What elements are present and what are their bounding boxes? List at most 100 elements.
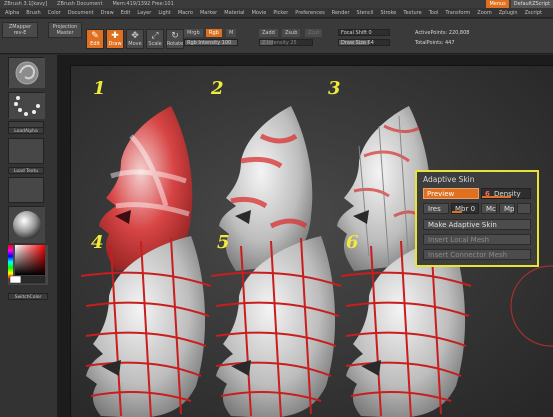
zmapper-sub: rev-E bbox=[13, 30, 27, 36]
menu-preferences[interactable]: Preferences bbox=[295, 10, 324, 16]
menu-zplugin[interactable]: Zplugin bbox=[499, 10, 518, 16]
menu-movie[interactable]: Movie bbox=[252, 10, 267, 16]
draw-size-value: 64 bbox=[367, 40, 374, 46]
edit-label: Edit bbox=[90, 41, 100, 47]
focal-shift-slider[interactable]: Focal Shift 0 bbox=[338, 29, 390, 36]
load-alpha-button[interactable]: LoadAlpha bbox=[8, 127, 44, 134]
move-label: Move bbox=[128, 41, 142, 47]
scale-button[interactable]: ⤢ Scale bbox=[146, 29, 164, 49]
stage-number-2: 2 bbox=[211, 78, 224, 99]
move-button[interactable]: ✥ Move bbox=[126, 29, 144, 49]
menu-stencil[interactable]: Stencil bbox=[357, 10, 374, 16]
document-title: ZBrush Document bbox=[57, 1, 103, 7]
draw-size-slider[interactable]: Draw Size 64 bbox=[338, 39, 390, 46]
ires-button[interactable]: Ires bbox=[423, 203, 449, 214]
color-picker[interactable] bbox=[8, 245, 48, 285]
menu-alpha[interactable]: Alpha bbox=[5, 10, 19, 16]
menu-material[interactable]: Material bbox=[224, 10, 244, 16]
z-intensity-value: 25 bbox=[290, 40, 297, 46]
menu-color[interactable]: Color bbox=[48, 10, 61, 16]
active-points-label: ActivePoints: bbox=[415, 30, 448, 36]
rgb-intensity-label: Rgb Intensity bbox=[187, 40, 221, 46]
focal-shift-value: 0 bbox=[368, 30, 372, 36]
rgb-intensity-slider[interactable]: Rgb Intensity 100 bbox=[184, 39, 238, 46]
texture-slot-thumbnail[interactable] bbox=[8, 177, 44, 203]
zsub-button[interactable]: Zsub bbox=[282, 29, 301, 37]
menu-zscript[interactable]: Zscript bbox=[525, 10, 542, 16]
move-icon: ✥ bbox=[131, 31, 139, 41]
density-slider[interactable]: 6 Density bbox=[481, 188, 531, 199]
material-thumbnail[interactable] bbox=[8, 206, 45, 243]
rotate-button[interactable]: ↻ Rotate bbox=[166, 29, 184, 49]
app-title: ZBrush 3.1[kavy] bbox=[4, 1, 48, 7]
menu-transform[interactable]: Transform bbox=[445, 10, 470, 16]
active-points-value: 220,808 bbox=[448, 30, 470, 36]
total-points-readout: TotalPoints: 447 bbox=[415, 40, 455, 46]
edit-button[interactable]: ✎ Edit bbox=[86, 29, 104, 49]
material-sphere-icon bbox=[9, 207, 45, 243]
insert-connector-mesh-button[interactable]: Insert Connector Mesh bbox=[423, 249, 531, 260]
dots-stroke-icon bbox=[9, 93, 45, 119]
mrgb-button[interactable]: Mrgb bbox=[184, 29, 203, 37]
menu-render[interactable]: Render bbox=[332, 10, 350, 16]
menu-stroke[interactable]: Stroke bbox=[380, 10, 396, 16]
mbr-slider[interactable]: Mbr 0 bbox=[451, 203, 479, 214]
menu-draw[interactable]: Draw bbox=[101, 10, 114, 16]
stage-number-1: 1 bbox=[93, 78, 106, 99]
m-button[interactable]: M bbox=[226, 29, 237, 37]
menus-button[interactable]: Menus bbox=[486, 0, 509, 8]
rgb-button[interactable]: Rgb bbox=[206, 29, 222, 37]
stage-number-5: 5 bbox=[217, 232, 230, 253]
mbr-label: Mbr bbox=[455, 205, 469, 213]
draw-label: Draw bbox=[108, 41, 122, 47]
stage-number-6: 6 bbox=[346, 232, 359, 253]
mbr-value: 0 bbox=[470, 205, 476, 213]
face-stage-5 bbox=[210, 236, 342, 417]
rotate-icon: ↻ bbox=[171, 31, 179, 41]
mp-button[interactable]: Mp bbox=[499, 203, 515, 214]
menu-marker[interactable]: Marker bbox=[200, 10, 217, 16]
edit-icon: ✎ bbox=[91, 31, 99, 41]
load-texture-button[interactable]: Load Textu bbox=[8, 167, 44, 174]
stage-number-4: 4 bbox=[91, 232, 104, 253]
preview-button[interactable]: Preview bbox=[423, 188, 479, 199]
brush-thumbnail[interactable] bbox=[8, 57, 45, 88]
total-points-value: 447 bbox=[444, 40, 455, 46]
color-picker-icon bbox=[8, 245, 46, 284]
projection-master-button[interactable]: Projection Master bbox=[48, 22, 82, 38]
stroke-thumbnail[interactable] bbox=[8, 92, 45, 119]
draw-button[interactable]: ✚ Draw bbox=[106, 29, 124, 49]
texture-thumbnail[interactable] bbox=[8, 138, 44, 164]
adaptive-skin-title: Adaptive Skin bbox=[423, 175, 475, 184]
menu-edit[interactable]: Edit bbox=[121, 10, 131, 16]
face-stage-4 bbox=[80, 236, 212, 417]
ires-label: Ires bbox=[428, 205, 441, 213]
insert-local-mesh-button[interactable]: Insert Local Mesh bbox=[423, 234, 531, 245]
total-points-label: TotalPoints: bbox=[415, 40, 444, 46]
title-bar: ZBrush 3.1[kavy] ZBrush Document Mem:419… bbox=[0, 0, 553, 8]
zcut-button[interactable]: Zcut bbox=[305, 29, 323, 37]
menu-document[interactable]: Document bbox=[68, 10, 94, 16]
projection-sub: Master bbox=[56, 30, 74, 36]
menu-picker[interactable]: Picker bbox=[273, 10, 288, 16]
menu-zoom[interactable]: Zoom bbox=[477, 10, 491, 16]
extra-toggle[interactable] bbox=[517, 203, 531, 214]
zadd-button[interactable]: Zadd bbox=[259, 29, 278, 37]
top-toolbar: ZMapper rev-E Projection Master ✎ Edit ✚… bbox=[0, 19, 553, 54]
zmapper-button[interactable]: ZMapper rev-E bbox=[2, 22, 38, 38]
menu-light[interactable]: Light bbox=[158, 10, 170, 16]
menu-macro[interactable]: Macro bbox=[178, 10, 193, 16]
make-adaptive-skin-button[interactable]: Make Adaptive Skin bbox=[423, 219, 531, 230]
switch-color-button[interactable]: SwitchColor bbox=[8, 293, 48, 300]
menu-tool[interactable]: Tool bbox=[429, 10, 439, 16]
rotation-ring bbox=[510, 265, 553, 347]
menu-texture[interactable]: Texture bbox=[403, 10, 421, 16]
default-zscript-button[interactable]: DefaultZScript bbox=[510, 0, 553, 8]
menu-brush[interactable]: Brush bbox=[26, 10, 40, 16]
mc-button[interactable]: Mc bbox=[481, 203, 497, 214]
menu-layer[interactable]: Layer bbox=[137, 10, 151, 16]
rotate-label: Rotate bbox=[166, 41, 184, 47]
scale-label: Scale bbox=[148, 41, 162, 47]
menu-bar: Alpha Brush Color Document Draw Edit Layer Ligh… bbox=[0, 8, 553, 18]
z-intensity-slider[interactable]: Z Intensity 25 bbox=[259, 39, 313, 46]
